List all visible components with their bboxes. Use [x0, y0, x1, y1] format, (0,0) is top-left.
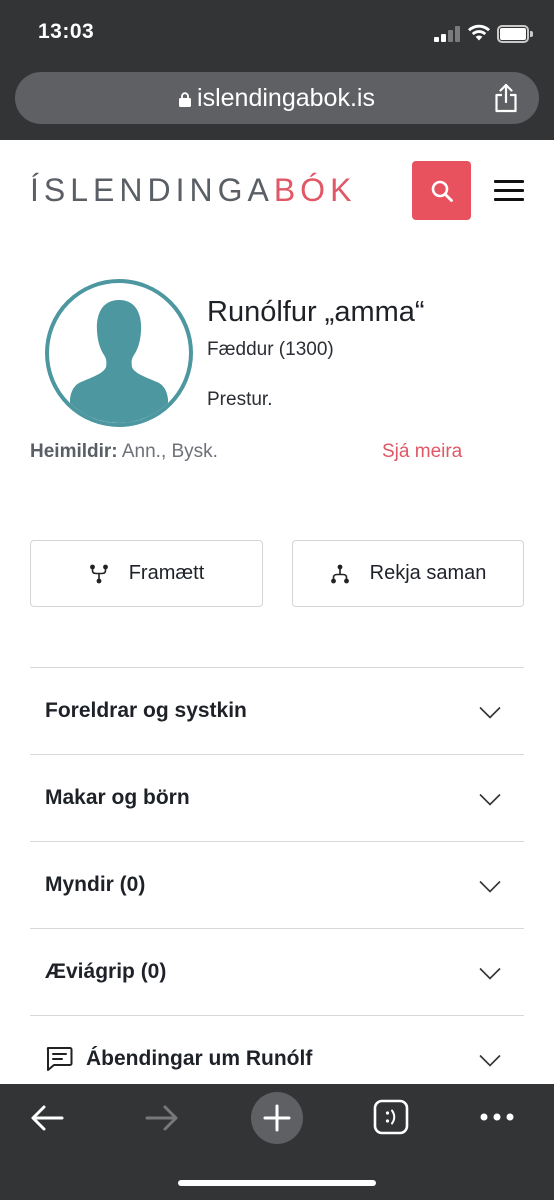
search-icon [431, 180, 453, 202]
search-button[interactable] [412, 161, 471, 220]
person-occupation: Prestur. [207, 389, 273, 410]
hamburger-menu-icon[interactable] [494, 180, 524, 202]
address-bar[interactable]: islendingabok.is [15, 72, 539, 124]
section-label: Myndir (0) [45, 873, 146, 896]
ancestry-tree-icon [89, 564, 108, 583]
logo-main-text: ÍSLENDINGA [30, 172, 274, 208]
chevron-down-icon [479, 880, 501, 893]
person-born: Fæddur (1300) [207, 339, 334, 360]
chevron-down-icon [479, 793, 501, 806]
status-bar: 13:03 [0, 0, 554, 66]
ancestry-button[interactable]: Framætt [30, 540, 263, 607]
sources: Heimildir: Ann., Bysk. [30, 441, 218, 463]
url-text: islendingabok.is [197, 83, 375, 112]
cellular-signal-icon [434, 26, 462, 42]
sections-list: Foreldrar og systkin Makar og börn Myndi… [30, 667, 524, 1102]
logo-accent-text: BÓK [273, 172, 357, 208]
sources-value: Ann., Bysk. [121, 441, 218, 462]
wifi-icon [468, 24, 490, 41]
relate-button-label: Rekja saman [369, 562, 487, 584]
back-arrow-icon[interactable] [30, 1104, 64, 1132]
person-silhouette-icon [70, 300, 168, 423]
plus-icon[interactable] [251, 1092, 303, 1144]
tabs-icon[interactable] [373, 1099, 409, 1135]
share-icon[interactable] [493, 83, 519, 113]
ancestry-button-label: Framætt [128, 562, 205, 584]
chevron-down-icon [479, 967, 501, 980]
forward-arrow-icon[interactable] [145, 1104, 179, 1132]
status-time: 13:03 [38, 20, 95, 43]
comment-icon [46, 1047, 73, 1071]
battery-icon [497, 25, 533, 43]
chevron-down-icon [479, 1054, 501, 1067]
lock-icon [179, 91, 192, 107]
relate-button[interactable]: Rekja saman [292, 540, 524, 607]
avatar [45, 279, 193, 427]
see-more-link[interactable]: Sjá meira [382, 441, 462, 463]
section-biography[interactable]: Æviágrip (0) [30, 928, 524, 1015]
section-label: Makar og börn [45, 786, 190, 809]
site-logo[interactable]: ÍSLENDINGABÓK [30, 172, 356, 209]
relate-tree-icon [330, 564, 349, 583]
section-label: Ábendingar um Runólf [86, 1047, 313, 1070]
section-spouses-children[interactable]: Makar og börn [30, 754, 524, 841]
section-parents-siblings[interactable]: Foreldrar og systkin [30, 667, 524, 754]
browser-top-bar: 13:03 islendingabok.is [0, 0, 554, 140]
section-label: Foreldrar og systkin [45, 699, 247, 722]
more-icon[interactable] [479, 1112, 515, 1122]
chevron-down-icon [479, 706, 501, 719]
section-photos[interactable]: Myndir (0) [30, 841, 524, 928]
section-label: Æviágrip (0) [45, 960, 167, 983]
home-indicator [178, 1180, 376, 1186]
person-name: Runólfur „amma“ [207, 296, 425, 328]
sources-label: Heimildir: [30, 441, 118, 462]
